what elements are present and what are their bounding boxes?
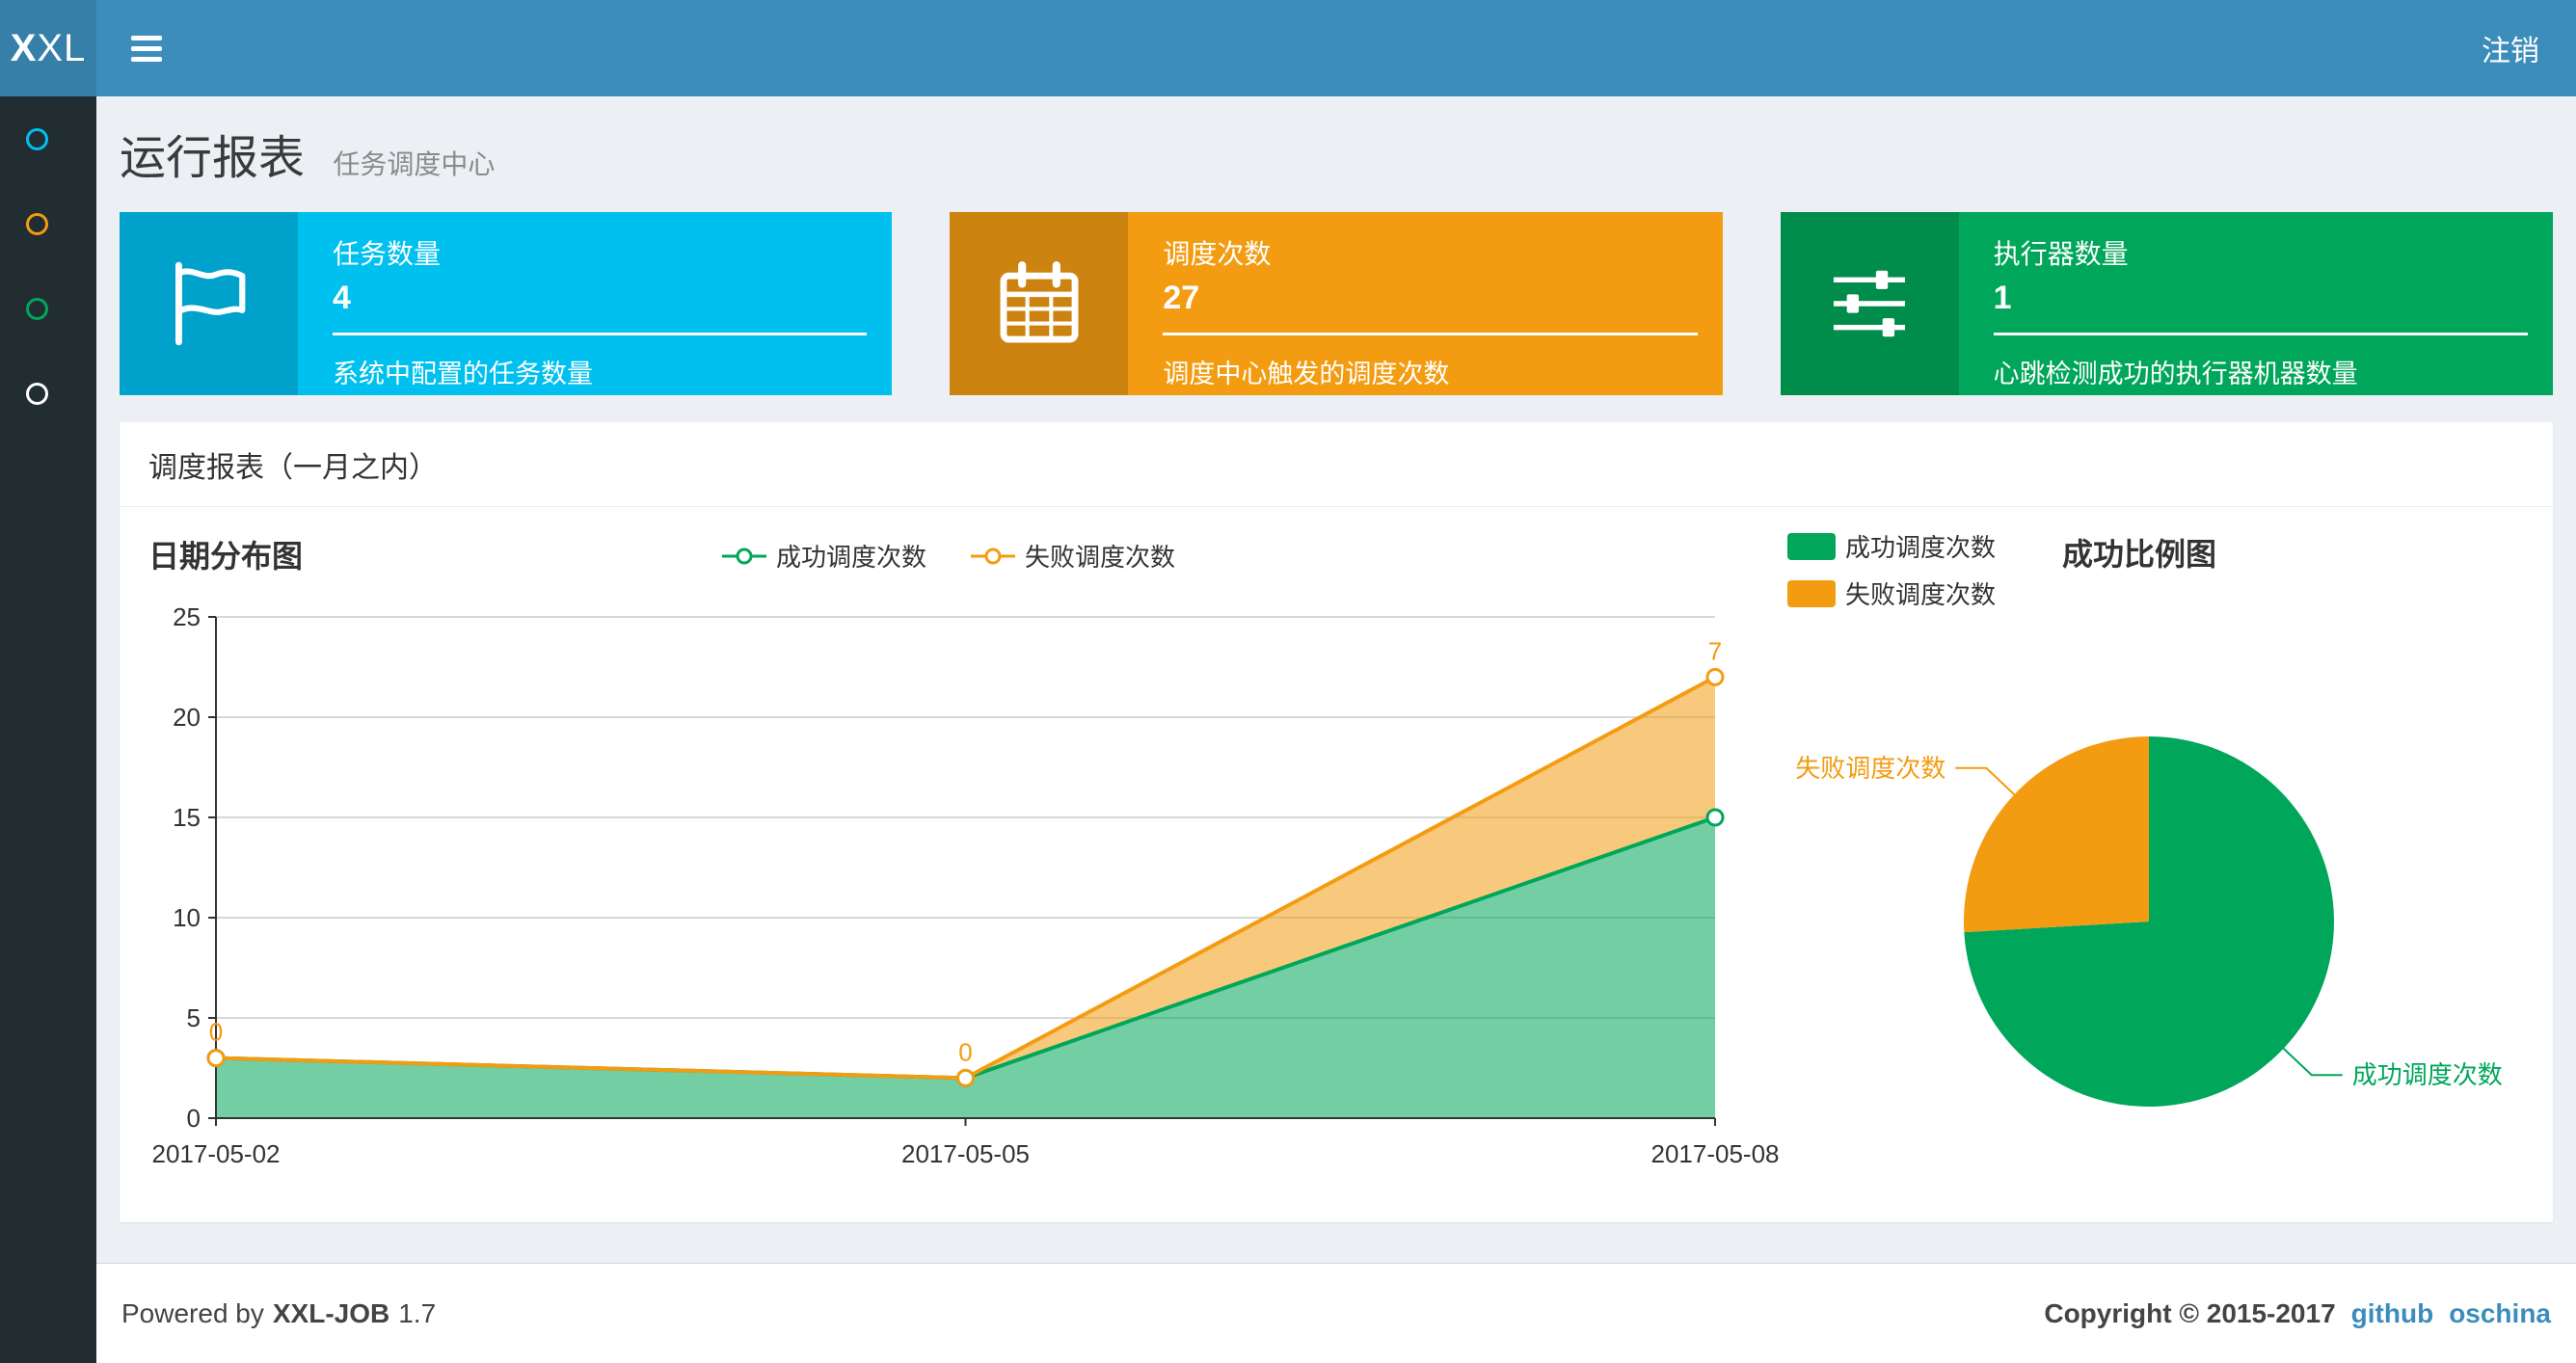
- copyright-area: Copyright © 2015-2017 github oschina: [2044, 1298, 2551, 1329]
- flag-icon: [120, 212, 298, 395]
- copyright-text: Copyright © 2015-2017: [2044, 1297, 2336, 1328]
- stat-description: 系统中配置的任务数量: [333, 360, 593, 388]
- data-point-marker: [1705, 808, 1725, 827]
- stat-description: 心跳检测成功的执行器机器数量: [1993, 360, 2358, 388]
- y-axis-label: 0: [187, 1104, 201, 1133]
- data-point-marker: [956, 1068, 975, 1087]
- sidebar-menu: [0, 96, 96, 1363]
- calendar-icon: [950, 212, 1129, 395]
- sliders-icon: [1780, 212, 1959, 395]
- circle-icon: [26, 297, 48, 320]
- logout-link[interactable]: 注销: [2482, 27, 2539, 69]
- pie-slice: [1964, 736, 2149, 933]
- circle-icon: [26, 382, 48, 405]
- circle-icon: [26, 127, 48, 150]
- x-axis-label: 2017-05-08: [1651, 1139, 1780, 1168]
- oschina-link[interactable]: oschina: [2449, 1298, 2551, 1329]
- line-chart-region: 日期分布图 成功调度次数 失败调度次数 0 5 10 15 20 25 2017…: [120, 507, 1780, 1222]
- pie-legend-item[interactable]: 成功调度次数: [1787, 528, 1996, 564]
- pie-label: 失败调度次数: [1795, 754, 1945, 783]
- github-link[interactable]: github: [2351, 1298, 2434, 1329]
- report-panel: 调度报表（一月之内） 日期分布图 成功调度次数 失败调度次数 0 5 10 15…: [120, 422, 2553, 1222]
- app-logo[interactable]: X XL: [0, 0, 96, 96]
- y-axis-label: 5: [187, 1003, 201, 1032]
- sidebar-item-4[interactable]: [0, 351, 96, 436]
- legend-label: 成功调度次数: [775, 543, 926, 572]
- info-box: 执行器数量 1 心跳检测成功的执行器机器数量: [1780, 212, 2553, 395]
- stat-boxes-row: 任务数量 4 系统中配置的任务数量 调度次数 27 调度中心触发的调度次数 执行…: [120, 212, 2553, 395]
- app-version: 1.7: [398, 1297, 437, 1328]
- info-box: 调度次数 27 调度中心触发的调度次数: [950, 212, 1723, 395]
- logo-text-bold: X: [10, 26, 38, 69]
- top-navbar: X XL 注销: [0, 0, 2576, 96]
- stat-title: 任务数量: [333, 239, 442, 269]
- point-label: 0: [209, 1018, 223, 1047]
- content-header: 运行报表 任务调度中心: [96, 96, 2576, 187]
- divider: [1163, 333, 1698, 335]
- hamburger-icon: [131, 35, 162, 40]
- sidebar-item-1[interactable]: [0, 96, 96, 181]
- pie-label: 成功调度次数: [2352, 1060, 2503, 1089]
- stat-title: 执行器数量: [1993, 239, 2129, 269]
- pie-chart-region: 成功调度次数 失败调度次数 成功比例图 成功调度次数 失败调度次数: [1778, 507, 2553, 1222]
- circle-icon: [26, 212, 48, 235]
- stat-description: 调度中心触发的调度次数: [1163, 360, 1450, 388]
- page-title: 运行报表 任务调度中心: [120, 133, 496, 184]
- stat-value: 1: [1993, 280, 2012, 316]
- divider: [1993, 333, 2528, 335]
- pie-chart: 成功调度次数 失败调度次数: [1795, 736, 2503, 1107]
- main-content: 运行报表 任务调度中心 任务数量 4 系统中配置的任务数量 调度次数 27 调度…: [96, 96, 2576, 1222]
- app-name: XXL-JOB: [272, 1297, 390, 1328]
- pie-label-line: [1955, 766, 2016, 795]
- point-label: 0: [958, 1037, 972, 1066]
- powered-by: Powered by XXL-JOB 1.7: [121, 1297, 437, 1328]
- line-chart-legend: 成功调度次数 失败调度次数: [120, 538, 1778, 574]
- sidebar-item-2[interactable]: [0, 181, 96, 266]
- sidebar-item-3[interactable]: [0, 266, 96, 351]
- logo-text: XL: [37, 26, 87, 69]
- navbar-main: 注销: [96, 0, 2576, 96]
- legend-swatch-success: [1787, 532, 1836, 560]
- legend-label: 失败调度次数: [1025, 543, 1176, 572]
- x-axis-label: 2017-05-02: [152, 1139, 281, 1168]
- pie-label-line: [2282, 1048, 2343, 1077]
- line-legend-marker-icon: [721, 548, 766, 564]
- data-point-marker: [206, 1049, 226, 1068]
- pie-chart-title: 成功比例图: [2062, 537, 2217, 572]
- y-axis-label: 10: [173, 903, 201, 932]
- point-label: 7: [1708, 636, 1722, 665]
- y-axis-label: 25: [173, 602, 201, 631]
- legend-item-fail[interactable]: 失败调度次数: [971, 538, 1175, 574]
- divider: [333, 333, 868, 335]
- y-axis-label: 20: [173, 703, 201, 732]
- info-box: 任务数量 4 系统中配置的任务数量: [120, 212, 893, 395]
- data-point-marker: [1705, 667, 1725, 686]
- x-axis-label: 2017-05-05: [901, 1139, 1030, 1168]
- stat-value: 4: [333, 280, 351, 316]
- panel-title: 调度报表（一月之内）: [120, 422, 2553, 507]
- legend-label: 成功调度次数: [1845, 533, 1997, 562]
- y-axis-label: 15: [173, 803, 201, 832]
- panel-body: 日期分布图 成功调度次数 失败调度次数 0 5 10 15 20 25 2017…: [120, 507, 2553, 1222]
- legend-item-success[interactable]: 成功调度次数: [721, 538, 926, 574]
- page-subtitle: 任务调度中心: [333, 149, 496, 179]
- line-legend-marker-icon: [971, 548, 1015, 564]
- page-footer: Powered by XXL-JOB 1.7 Copyright © 2015-…: [96, 1263, 2576, 1363]
- sidebar-toggle-button[interactable]: [121, 26, 172, 71]
- line-chart: 05101520252017-05-02 2017-05-05 2017-05-08…: [152, 602, 1780, 1168]
- stat-value: 27: [1163, 280, 1200, 316]
- stat-title: 调度次数: [1163, 239, 1272, 269]
